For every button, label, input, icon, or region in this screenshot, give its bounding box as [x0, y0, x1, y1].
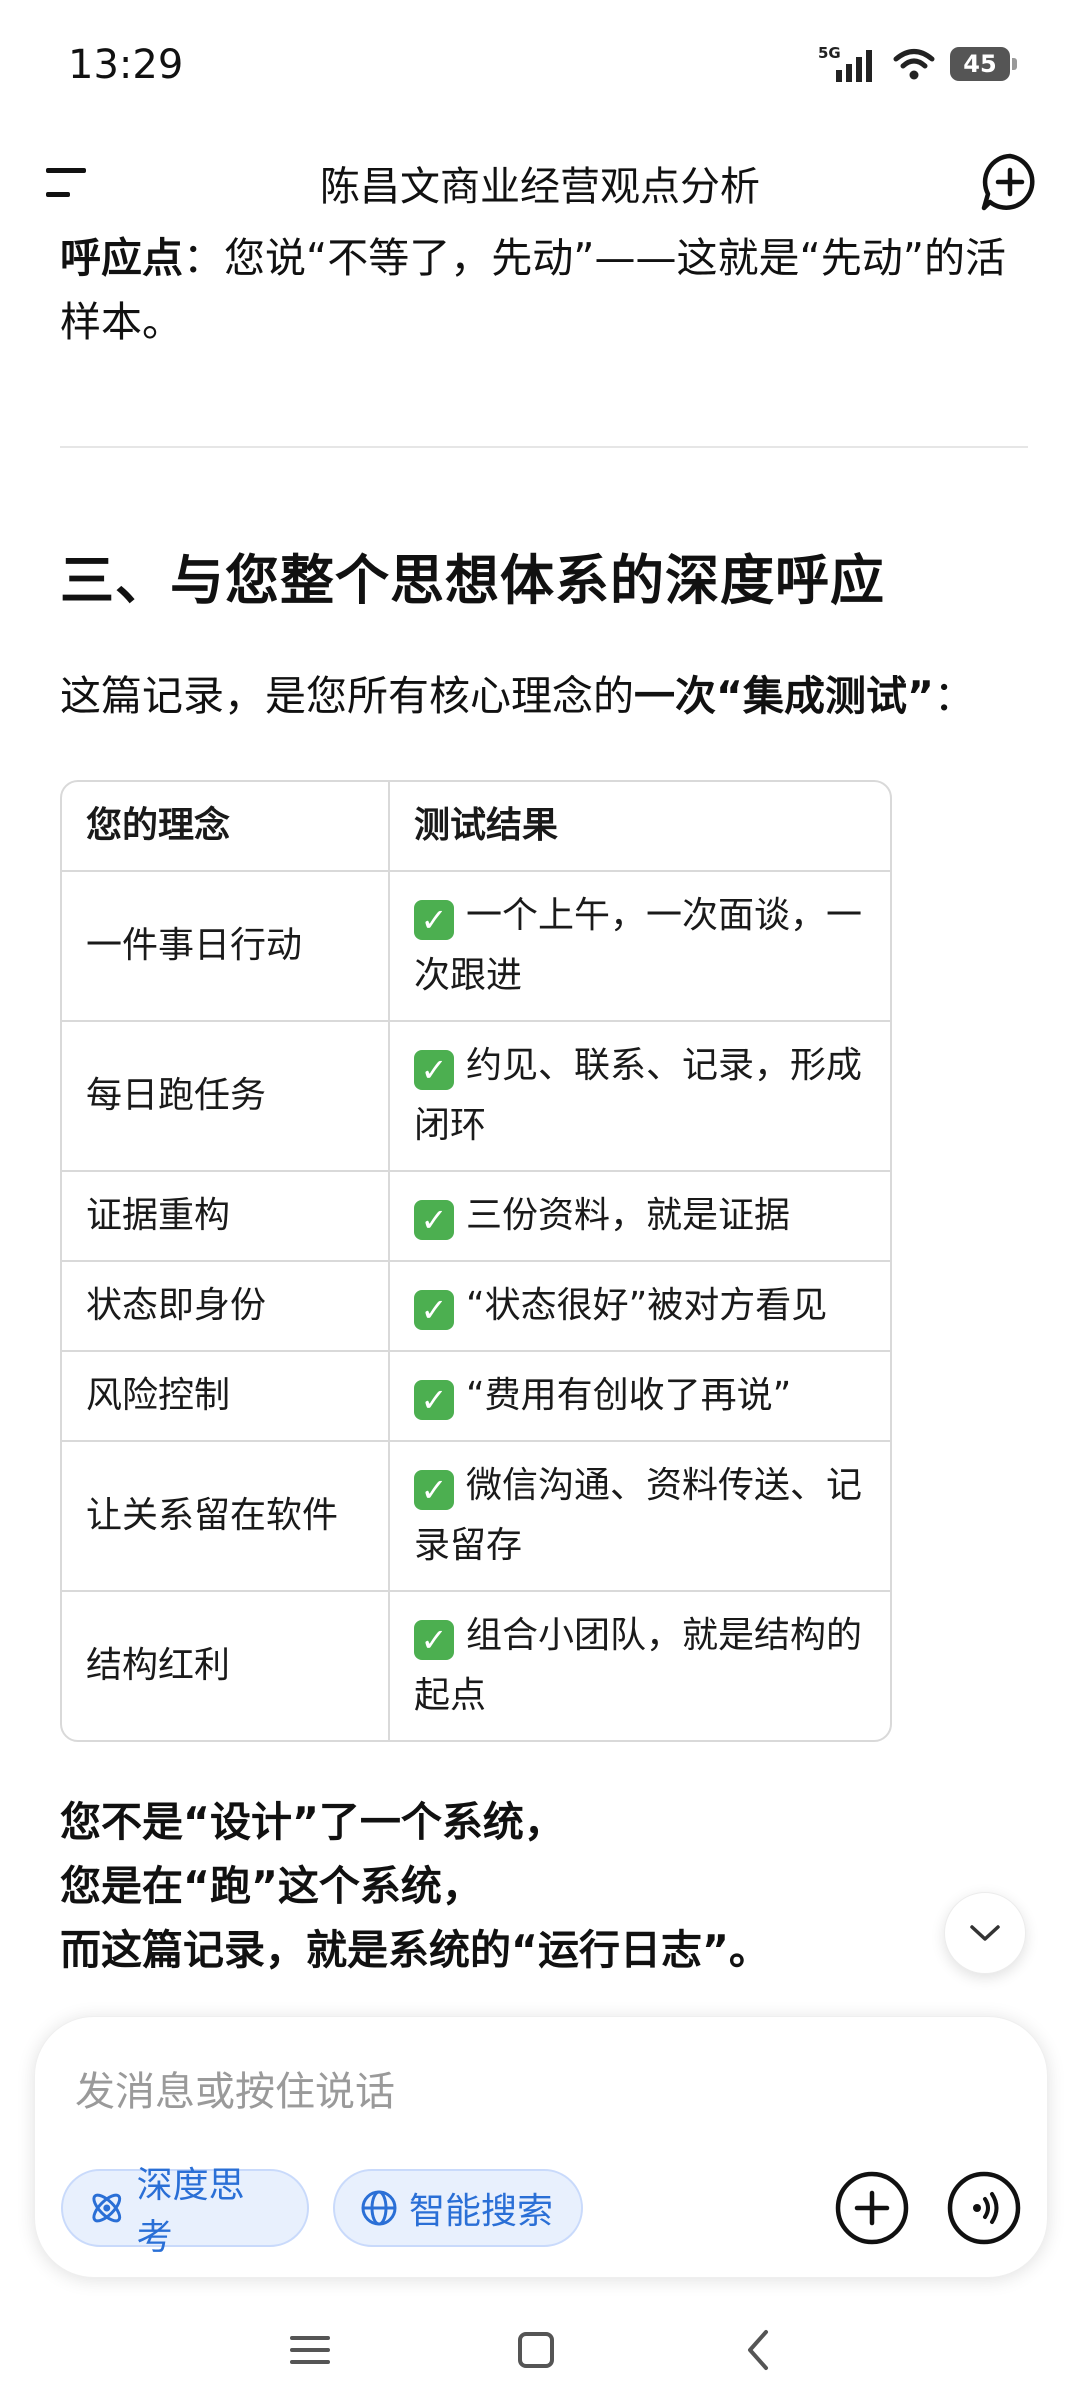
check-icon: ✓ — [414, 900, 454, 940]
deep-think-button[interactable]: 深度思考 — [61, 2165, 309, 2258]
intro-end: ： — [933, 672, 975, 720]
chat-content: 呼应点：您说“不等了，先动”——这就是“先动”的活样本。 — [60, 220, 1030, 354]
table-cell-result: ✓ “费用有创收了再说” — [388, 1350, 890, 1442]
check-icon: ✓ — [414, 1620, 454, 1660]
result-text: 三份资料，就是证据 — [466, 1195, 791, 1236]
table-cell-result: ✓ 一个上午，一次面谈，一次跟进 — [388, 870, 890, 1022]
voice-call-icon[interactable] — [945, 2169, 1023, 2247]
table-header-row: 您的理念 测试结果 — [62, 782, 890, 872]
table-cell-concept: 风险控制 — [62, 1350, 390, 1442]
check-icon: ✓ — [414, 1380, 454, 1420]
closing-line: 您不是“设计”了一个系统， — [60, 1798, 565, 1846]
battery-icon: 45 — [950, 47, 1017, 81]
result-text: 组合小团队，就是结构的起点 — [414, 1615, 863, 1716]
table-cell-concept: 状态即身份 — [62, 1260, 390, 1352]
check-icon: ✓ — [414, 1050, 454, 1090]
table-cell-concept: 证据重构 — [62, 1170, 390, 1262]
check-icon: ✓ — [414, 1470, 454, 1510]
table-cell-result: ✓ 组合小团队，就是结构的起点 — [388, 1590, 890, 1740]
status-time: 13:29 — [68, 42, 184, 88]
status-icons: 5G 45 — [818, 44, 1017, 84]
scroll-down-button[interactable] — [944, 1892, 1026, 1974]
result-text: 一个上午，一次面谈，一次跟进 — [414, 895, 863, 996]
wifi-icon — [893, 49, 935, 80]
add-attachment-icon[interactable] — [833, 2169, 911, 2247]
result-text: 约见、联系、记录，形成闭环 — [414, 1045, 863, 1146]
table-row: 证据重构 ✓ 三份资料，就是证据 — [62, 1170, 890, 1262]
atom-icon — [92, 2193, 122, 2223]
table-cell-result: ✓ “状态很好”被对方看见 — [388, 1260, 890, 1352]
table-row: 让关系留在软件 ✓ 微信沟通、资料传送、记录留存 — [62, 1440, 890, 1592]
signal-icon: 5G — [818, 44, 872, 82]
recent-apps-icon[interactable] — [280, 2320, 340, 2380]
message-composer: 发消息或按住说话 深度思考 智能搜索 — [34, 2016, 1048, 2278]
intro-plain: 这篇记录，是您所有核心理念的 — [60, 672, 634, 720]
echo-label: 呼应点 — [60, 234, 183, 282]
table-row: 每日跑任务 ✓ 约见、联系、记录，形成闭环 — [62, 1020, 890, 1172]
table-cell-concept: 一件事日行动 — [62, 870, 390, 1022]
table-cell-concept: 每日跑任务 — [62, 1020, 390, 1172]
status-bar: 13:29 5G 45 — [0, 0, 1080, 130]
table-cell-result: ✓ 三份资料，就是证据 — [388, 1170, 890, 1262]
closing-line: 而这篇记录，就是系统的“运行日志”。 — [60, 1926, 770, 1974]
check-icon: ✓ — [414, 1290, 454, 1330]
chevron-down-icon — [970, 1925, 1000, 1941]
network-label: 5G — [818, 44, 841, 62]
closing-line: 您是在“跑”这个系统， — [60, 1862, 483, 1910]
deep-think-label: 深度思考 — [136, 2165, 245, 2258]
home-icon[interactable] — [506, 2320, 566, 2380]
smart-search-label: 智能搜索 — [409, 2191, 554, 2232]
result-text: “费用有创收了再说” — [466, 1375, 792, 1416]
table-row: 风险控制 ✓ “费用有创收了再说” — [62, 1350, 890, 1442]
table-cell-result: ✓ 微信沟通、资料传送、记录留存 — [388, 1440, 890, 1592]
system-nav-bar — [0, 2300, 1080, 2400]
table-row: 状态即身份 ✓ “状态很好”被对方看见 — [62, 1260, 890, 1352]
result-text: “状态很好”被对方看见 — [466, 1285, 828, 1326]
message-input[interactable]: 发消息或按住说话 — [75, 2059, 395, 2117]
smart-search-button[interactable]: 智能搜索 — [333, 2169, 583, 2247]
check-icon: ✓ — [414, 1200, 454, 1240]
new-chat-icon[interactable] — [978, 150, 1042, 214]
echo-text: ：您说“不等了，先动”——这就是“先动”的活样本。 — [60, 234, 1006, 346]
closing-paragraph: 您不是“设计”了一个系统， 您是在“跑”这个系统， 而这篇记录，就是系统的“运行… — [60, 1790, 770, 1982]
section-heading: 三、与您整个思想体系的深度呼应 — [60, 549, 885, 612]
table-header-concept: 您的理念 — [62, 782, 390, 872]
intro-bold: 一次“集成测试” — [634, 672, 934, 720]
back-icon[interactable] — [730, 2320, 790, 2380]
intro-paragraph: 这篇记录，是您所有核心理念的一次“集成测试”： — [60, 664, 975, 728]
globe-icon — [361, 2190, 397, 2226]
table-row: 一件事日行动 ✓ 一个上午，一次面谈，一次跟进 — [62, 870, 890, 1022]
table-header-result: 测试结果 — [388, 782, 890, 872]
result-text: 微信沟通、资料传送、记录留存 — [414, 1465, 863, 1566]
table-cell-result: ✓ 约见、联系、记录，形成闭环 — [388, 1020, 890, 1172]
page-title: 陈昌文商业经营观点分析 — [320, 164, 760, 210]
table-row: 结构红利 ✓ 组合小团队，就是结构的起点 — [62, 1590, 890, 1740]
concept-table: 您的理念 测试结果 一件事日行动 ✓ 一个上午，一次面谈，一次跟进 每日跑任务 ✓… — [60, 780, 892, 1742]
echo-paragraph: 呼应点：您说“不等了，先动”——这就是“先动”的活样本。 — [60, 226, 1030, 354]
table-cell-concept: 让关系留在软件 — [62, 1440, 390, 1592]
divider — [60, 446, 1028, 448]
header: 陈昌文商业经营观点分析 — [0, 140, 1080, 220]
table-cell-concept: 结构红利 — [62, 1590, 390, 1740]
